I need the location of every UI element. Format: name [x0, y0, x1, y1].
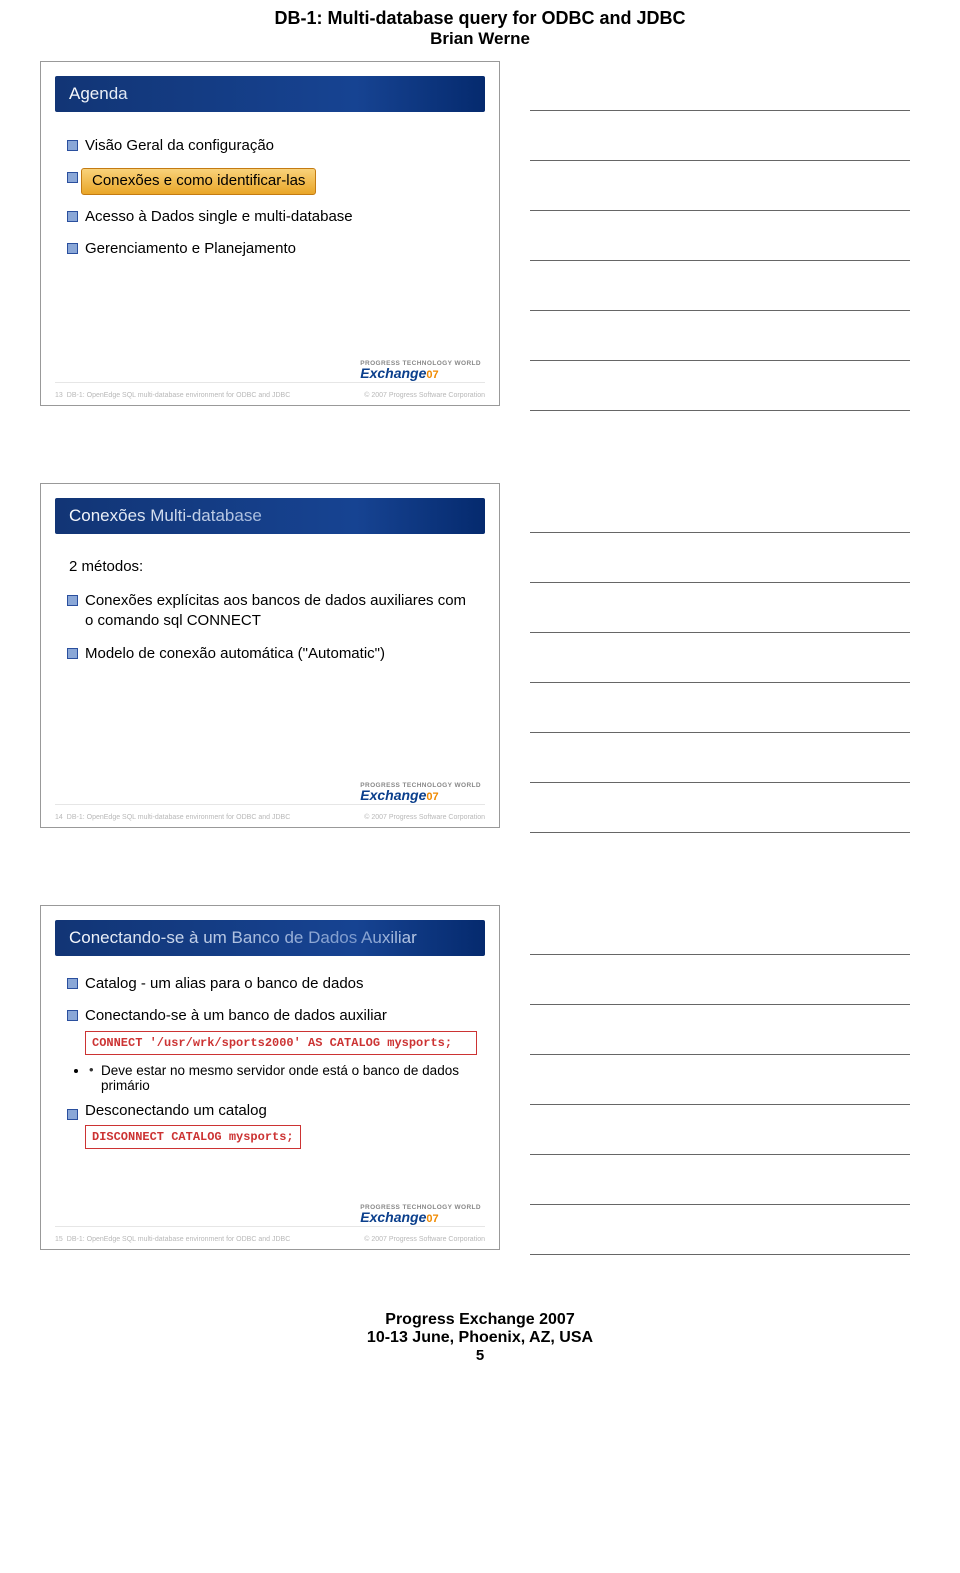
- bullet-text-highlighted: Conexões e como identificar-las: [81, 168, 316, 194]
- bullet-item: Catalog - um alias para o banco de dados: [67, 968, 477, 1000]
- handout-row: Conexões Multi-database 2 métodos: Conex…: [0, 477, 960, 839]
- slide-subtitle: 2 métodos:: [67, 552, 477, 585]
- slide-title: Conectando-se à um Banco de Dados Auxili…: [55, 920, 485, 956]
- notes-area: [500, 905, 920, 1255]
- slide-footer: 15 DB-1: OpenEdge SQL multi-database env…: [55, 1236, 485, 1243]
- page-number: 5: [0, 1347, 960, 1364]
- footer-date-location: 10-13 June, Phoenix, AZ, USA: [0, 1329, 960, 1347]
- code-box: DISCONNECT CATALOG mysports;: [85, 1125, 301, 1149]
- logo-main: Exchange07: [360, 367, 481, 381]
- slide: Conectando-se à um Banco de Dados Auxili…: [40, 905, 500, 1250]
- footer-conference: Progress Exchange 2007: [0, 1311, 960, 1329]
- doc-title: DB-1: Multi-database query for ODBC and …: [0, 8, 960, 29]
- doc-author: Brian Werne: [0, 29, 960, 49]
- slide: Agenda Visão Geral da configuração Conex…: [40, 61, 500, 406]
- bullet-text: Conectando-se à um banco de dados auxili…: [85, 1007, 387, 1024]
- bullet-text: Visão Geral da configuração: [85, 137, 274, 154]
- bullet-item: Modelo de conexão automática ("Automatic…: [67, 638, 477, 670]
- sub-bullet-item: Deve estar no mesmo servidor onde está o…: [89, 1061, 477, 1095]
- bullet-item: Gerenciamento e Planejamento: [67, 233, 477, 265]
- handout-row: Agenda Visão Geral da configuração Conex…: [0, 55, 960, 417]
- bullet-item: Acesso à Dados single e multi-database: [67, 201, 477, 233]
- bullet-text: Modelo de conexão automática ("Automatic…: [85, 645, 385, 662]
- bullet-list: Desconectando um catalog: [67, 1099, 477, 1123]
- bullet-list: Catalog - um alias para o banco de dados…: [67, 968, 477, 1029]
- page-header: DB-1: Multi-database query for ODBC and …: [0, 0, 960, 55]
- slide-footer: 13 DB-1: OpenEdge SQL multi-database env…: [55, 392, 485, 399]
- slide-foot-ref: DB-1: OpenEdge SQL multi-database enviro…: [67, 1236, 290, 1243]
- page-footer: Progress Exchange 2007 10-13 June, Phoen…: [0, 1261, 960, 1382]
- bullet-list: Visão Geral da configuração Conexões e c…: [67, 130, 477, 265]
- slide-copyright: © 2007 Progress Software Corporation: [364, 392, 485, 399]
- bullet-item: Conectando-se à um banco de dados auxili…: [67, 1000, 477, 1028]
- notes-area: [500, 61, 920, 411]
- slide-copyright: © 2007 Progress Software Corporation: [364, 814, 485, 821]
- slide-title: Agenda: [55, 76, 485, 112]
- logo-main: Exchange07: [360, 1211, 481, 1225]
- bullet-text: Conexões explícitas aos bancos de dados …: [85, 592, 466, 629]
- bullet-text: Acesso à Dados single e multi-database: [85, 208, 353, 225]
- bullet-item: Conexões explícitas aos bancos de dados …: [67, 585, 477, 638]
- bullet-list: Conexões explícitas aos bancos de dados …: [67, 585, 477, 670]
- bullet-item: Desconectando um catalog: [67, 1099, 477, 1123]
- exchange-logo: PROGRESS TECHNOLOGY WORLD Exchange07: [360, 360, 481, 381]
- bullet-text: Catalog - um alias para o banco de dados: [85, 975, 364, 992]
- logo-main: Exchange07: [360, 789, 481, 803]
- slide-title: Conexões Multi-database: [55, 498, 485, 534]
- bullet-item: Visão Geral da configuração: [67, 130, 477, 162]
- handout-row: Conectando-se à um Banco de Dados Auxili…: [0, 899, 960, 1261]
- slide-copyright: © 2007 Progress Software Corporation: [364, 1236, 485, 1243]
- exchange-logo: PROGRESS TECHNOLOGY WORLD Exchange07: [360, 782, 481, 803]
- bullet-text: Desconectando um catalog: [85, 1102, 267, 1119]
- sub-bullet-list: Deve estar no mesmo servidor onde está o…: [89, 1061, 477, 1095]
- slide-number: 15: [55, 1236, 63, 1243]
- slide-foot-ref: DB-1: OpenEdge SQL multi-database enviro…: [67, 392, 290, 399]
- notes-area: [500, 483, 920, 833]
- slide-number: 13: [55, 392, 63, 399]
- bullet-item: Conexões e como identificar-las: [67, 162, 477, 200]
- slide: Conexões Multi-database 2 métodos: Conex…: [40, 483, 500, 828]
- slide-footer: 14 DB-1: OpenEdge SQL multi-database env…: [55, 814, 485, 821]
- slide-foot-ref: DB-1: OpenEdge SQL multi-database enviro…: [67, 814, 290, 821]
- code-box: CONNECT '/usr/wrk/sports2000' AS CATALOG…: [85, 1031, 477, 1055]
- slide-number: 14: [55, 814, 63, 821]
- bullet-text: Gerenciamento e Planejamento: [85, 240, 296, 257]
- exchange-logo: PROGRESS TECHNOLOGY WORLD Exchange07: [360, 1204, 481, 1225]
